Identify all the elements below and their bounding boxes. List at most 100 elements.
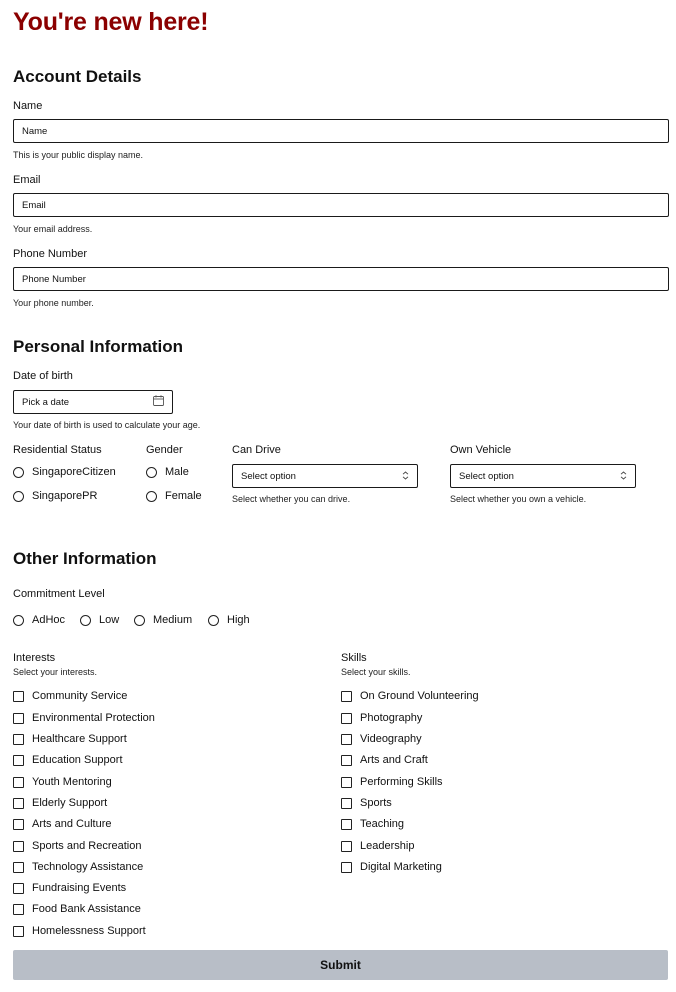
- checkbox-label: Arts and Culture: [32, 818, 112, 830]
- radio-circle: [146, 466, 157, 478]
- radio-adhoc[interactable]: AdHoc: [13, 614, 65, 626]
- can-drive-select[interactable]: Select option: [232, 464, 418, 488]
- select-value: Select option: [459, 470, 514, 482]
- interest-checkbox-arts-and-culture[interactable]: Arts and Culture: [13, 818, 111, 830]
- date-picker-button[interactable]: Pick a date: [13, 390, 173, 414]
- checkbox-label: On Ground Volunteering: [360, 690, 479, 702]
- checkbox-label: Sports: [360, 797, 392, 809]
- radio-circle: [146, 490, 157, 502]
- checkbox-box: [341, 776, 352, 788]
- radio-circle: [13, 614, 24, 626]
- interests-label: Interests: [13, 652, 56, 664]
- skill-checkbox-leadership[interactable]: Leadership: [341, 840, 414, 852]
- radio-circle: [208, 614, 219, 626]
- interest-checkbox-food-bank-assistance[interactable]: Food Bank Assistance: [13, 903, 141, 915]
- skill-checkbox-arts-and-craft[interactable]: Arts and Craft: [341, 754, 428, 766]
- radio-circle: [13, 490, 24, 502]
- chevron-up-down-icon: [402, 467, 409, 485]
- name-input[interactable]: [13, 119, 669, 143]
- checkbox-box: [341, 690, 352, 702]
- checkbox-label: Teaching: [360, 818, 405, 830]
- radio-circle: [13, 466, 24, 478]
- date-picker-text: Pick a date: [22, 396, 69, 408]
- checkbox-label: Community Service: [32, 690, 128, 702]
- checkbox-box: [341, 797, 352, 809]
- checkbox-label: Leadership: [360, 840, 415, 852]
- skill-checkbox-performing-skills[interactable]: Performing Skills: [341, 776, 443, 788]
- radio-high[interactable]: High: [208, 614, 250, 626]
- other-information-heading: Other Information: [13, 549, 157, 568]
- checkbox-label: Homelessness Support: [32, 925, 146, 937]
- radio-male[interactable]: Male: [146, 466, 189, 478]
- interest-checkbox-sports-and-recreation[interactable]: Sports and Recreation: [13, 840, 141, 852]
- interest-checkbox-youth-mentoring[interactable]: Youth Mentoring: [13, 776, 112, 788]
- radio-female[interactable]: Female: [146, 490, 202, 502]
- commitment-level-label: Commitment Level: [13, 588, 105, 600]
- interest-checkbox-homelessness-support[interactable]: Homelessness Support: [13, 925, 146, 937]
- checkbox-label: Education Support: [32, 754, 123, 766]
- radio-low[interactable]: Low: [80, 614, 119, 626]
- checkbox-label: Photography: [360, 712, 423, 724]
- interest-checkbox-elderly-support[interactable]: Elderly Support: [13, 797, 107, 809]
- checkbox-label: Digital Marketing: [360, 861, 442, 873]
- checkbox-box: [13, 882, 24, 894]
- skill-checkbox-on-ground-volunteering[interactable]: On Ground Volunteering: [341, 690, 479, 702]
- skill-checkbox-digital-marketing[interactable]: Digital Marketing: [341, 861, 442, 873]
- skill-checkbox-teaching[interactable]: Teaching: [341, 818, 404, 830]
- checkbox-box: [341, 733, 352, 745]
- email-input[interactable]: [13, 193, 669, 217]
- radio-singapore-citizen[interactable]: SingaporeCitizen: [13, 466, 116, 478]
- checkbox-label: Arts and Craft: [360, 754, 428, 766]
- own-vehicle-select[interactable]: Select option: [450, 464, 636, 488]
- interest-checkbox-community-service[interactable]: Community Service: [13, 690, 127, 702]
- own-vehicle-label: Own Vehicle: [450, 444, 512, 456]
- skill-checkbox-sports[interactable]: Sports: [341, 797, 392, 809]
- interest-checkbox-education-support[interactable]: Education Support: [13, 754, 123, 766]
- name-label: Name: [13, 100, 43, 112]
- checkbox-box: [341, 818, 352, 830]
- skill-checkbox-videography[interactable]: Videography: [341, 733, 422, 745]
- checkbox-label: Elderly Support: [32, 797, 108, 809]
- checkbox-label: Technology Assistance: [32, 861, 144, 873]
- radio-singapore-pr[interactable]: SingaporePR: [13, 490, 97, 502]
- calendar-icon: [153, 393, 164, 411]
- interest-checkbox-healthcare-support[interactable]: Healthcare Support: [13, 733, 127, 745]
- interest-checkbox-technology-assistance[interactable]: Technology Assistance: [13, 861, 143, 873]
- checkbox-box: [13, 733, 24, 745]
- skills-label: Skills: [341, 652, 367, 664]
- can-drive-description: Select whether you can drive.: [232, 494, 351, 504]
- radio-circle: [80, 614, 91, 626]
- skills-description: Select your skills.: [341, 667, 411, 677]
- checkbox-box: [13, 690, 24, 702]
- interest-checkbox-environmental-protection[interactable]: Environmental Protection: [13, 712, 155, 724]
- checkbox-box: [13, 776, 24, 788]
- checkbox-box: [13, 861, 24, 873]
- own-vehicle-description: Select whether you own a vehicle.: [450, 494, 587, 504]
- checkbox-label: Healthcare Support: [32, 733, 127, 745]
- checkbox-box: [13, 925, 24, 937]
- residential-status-label: Residential Status: [13, 444, 102, 456]
- skill-checkbox-photography[interactable]: Photography: [341, 712, 422, 724]
- checkbox-label: Performing Skills: [360, 776, 443, 788]
- radio-label: AdHoc: [32, 614, 66, 626]
- radio-medium[interactable]: Medium: [134, 614, 192, 626]
- name-description: This is your public display name.: [13, 150, 144, 160]
- radio-label: Low: [99, 614, 120, 626]
- submit-button[interactable]: Submit: [13, 950, 668, 980]
- checkbox-label: Food Bank Assistance: [32, 903, 141, 915]
- radio-label: High: [227, 614, 250, 626]
- checkbox-label: Sports and Recreation: [32, 840, 142, 852]
- phone-input[interactable]: [13, 267, 669, 291]
- personal-information-heading: Personal Information: [13, 337, 184, 356]
- checkbox-box: [13, 818, 24, 830]
- checkbox-box: [341, 712, 352, 724]
- checkbox-box: [341, 754, 352, 766]
- email-description: Your email address.: [13, 224, 93, 234]
- phone-description: Your phone number.: [13, 298, 94, 308]
- checkbox-label: Environmental Protection: [32, 712, 155, 724]
- dob-label: Date of birth: [13, 370, 73, 382]
- checkbox-box: [13, 903, 24, 915]
- radio-label: Male: [165, 466, 189, 478]
- interest-checkbox-fundraising-events[interactable]: Fundraising Events: [13, 882, 126, 894]
- checkbox-label: Videography: [360, 733, 422, 745]
